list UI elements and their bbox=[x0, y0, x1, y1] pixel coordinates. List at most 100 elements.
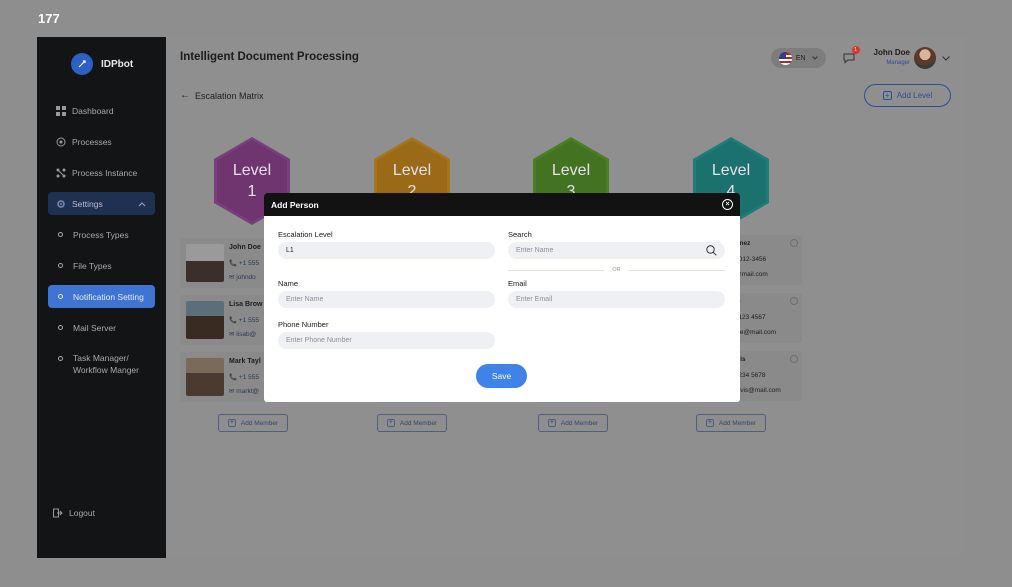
member-name: John Doe bbox=[229, 244, 261, 251]
add-member-button[interactable]: + Add Member bbox=[696, 414, 766, 432]
or-text: OR bbox=[612, 267, 621, 273]
sidebar-item-label: Processes bbox=[72, 136, 112, 147]
add-person-modal: Add Person × Escalation Level L1 Search … bbox=[264, 193, 740, 402]
chevron-up-icon bbox=[138, 199, 146, 209]
name-input[interactable]: Enter Name bbox=[278, 291, 495, 308]
member-email: ✉ johndo bbox=[229, 274, 256, 281]
sidebar-subitem-label: File Types bbox=[73, 260, 112, 271]
email-label: Email bbox=[508, 279, 527, 288]
avatar[interactable] bbox=[914, 47, 936, 69]
member-phone: 📞 +1 555 bbox=[229, 317, 259, 324]
member-phone: 📞 +1 555 bbox=[229, 260, 259, 267]
search-label: Search bbox=[508, 230, 532, 239]
modal-header: Add Person × bbox=[264, 193, 740, 216]
chat-icon bbox=[843, 52, 855, 64]
sidebar-item-label: Process Instance bbox=[72, 167, 138, 178]
add-level-label: Add Level bbox=[896, 91, 933, 100]
modal-title: Add Person bbox=[271, 199, 319, 210]
plus-icon: + bbox=[705, 419, 714, 427]
search-input[interactable]: Enter Name bbox=[508, 242, 725, 259]
language-selector[interactable]: EN bbox=[770, 48, 826, 68]
logout-icon bbox=[53, 508, 63, 518]
arrow-left-icon: ← bbox=[180, 90, 190, 101]
plus-icon: + bbox=[882, 91, 892, 100]
remove-member-icon[interactable] bbox=[790, 297, 798, 305]
escalation-level-label: Escalation Level bbox=[278, 230, 333, 239]
search-placeholder: Enter Name bbox=[516, 247, 554, 254]
save-button[interactable]: Save bbox=[476, 364, 527, 388]
escalation-level-field[interactable]: L1 bbox=[278, 242, 495, 259]
sidebar-item-label: Settings bbox=[72, 198, 103, 209]
plus-icon: + bbox=[386, 419, 395, 427]
dashboard-icon bbox=[56, 105, 66, 116]
sidebar-item-process-instance[interactable]: Process Instance bbox=[48, 161, 155, 184]
breadcrumb: Escalation Matrix bbox=[195, 90, 264, 101]
phone-input[interactable]: Enter Phone Number bbox=[278, 332, 495, 349]
processes-icon bbox=[56, 137, 66, 147]
add-member-label: Add Member bbox=[560, 419, 599, 427]
add-member-label: Add Member bbox=[399, 419, 438, 427]
settings-icon bbox=[56, 199, 66, 209]
label-line-1: Task Manager/ bbox=[73, 353, 129, 363]
sidebar-subitem-label: Process Types bbox=[73, 229, 129, 240]
bullet-icon bbox=[58, 356, 63, 361]
add-member-button[interactable]: + Add Member bbox=[377, 414, 447, 432]
frame-number: 177 bbox=[38, 11, 60, 26]
sidebar-item-processes[interactable]: Processes bbox=[48, 130, 155, 153]
chevron-down-icon bbox=[811, 56, 818, 60]
bullet-icon bbox=[58, 263, 63, 268]
bullet-icon bbox=[58, 232, 63, 237]
chevron-down-icon[interactable] bbox=[942, 55, 950, 61]
member-name: Mark Tayl bbox=[229, 358, 261, 365]
member-phone: 📞 +1 555 bbox=[229, 374, 259, 381]
member-email: ✉ lisab@ bbox=[229, 331, 257, 338]
member-name: Lisa Brow bbox=[229, 301, 263, 308]
sidebar-item-settings[interactable]: Settings bbox=[48, 192, 155, 215]
label-line-2: Workflow Manger bbox=[73, 365, 139, 375]
notification-badge: 1 bbox=[851, 46, 860, 54]
add-member-button[interactable]: + Add Member bbox=[538, 414, 608, 432]
logo-icon bbox=[71, 53, 93, 75]
sidebar-subitem-process-types[interactable]: Process Types bbox=[48, 223, 155, 246]
sidebar: IDPbot Dashboard Processes Process Insta… bbox=[37, 37, 166, 558]
or-divider: OR bbox=[508, 265, 725, 275]
user-role: Manager bbox=[886, 60, 910, 66]
logout-label: Logout bbox=[69, 508, 95, 518]
phone-label: Phone Number bbox=[278, 320, 329, 329]
bullet-icon bbox=[58, 325, 63, 330]
user-name: John Doe bbox=[873, 48, 910, 57]
member-photo bbox=[186, 301, 224, 339]
bullet-icon bbox=[58, 294, 63, 299]
remove-member-icon[interactable] bbox=[790, 239, 798, 247]
app-logo[interactable]: IDPbot bbox=[71, 53, 133, 75]
sidebar-subitem-notification-setting[interactable]: Notification Setting bbox=[48, 285, 155, 308]
sidebar-nav: Dashboard Processes Process Instance Set… bbox=[48, 99, 155, 389]
user-info[interactable]: John Doe Manager bbox=[874, 48, 910, 68]
add-member-label: Add Member bbox=[240, 419, 279, 427]
member-photo bbox=[186, 244, 224, 282]
page-title: Intelligent Document Processing bbox=[180, 51, 359, 63]
process-instance-icon bbox=[56, 168, 66, 178]
member-photo bbox=[186, 358, 224, 396]
close-icon[interactable]: × bbox=[722, 199, 733, 210]
member-email: ✉ markt@ bbox=[229, 388, 260, 395]
sidebar-item-dashboard[interactable]: Dashboard bbox=[48, 99, 155, 122]
sidebar-item-label: Dashboard bbox=[72, 105, 114, 116]
sidebar-subitem-label: Task Manager/ Workflow Manger bbox=[73, 352, 139, 376]
sidebar-subitem-file-types[interactable]: File Types bbox=[48, 254, 155, 277]
email-input[interactable]: Enter Email bbox=[508, 291, 725, 308]
plus-icon: + bbox=[547, 419, 556, 427]
add-member-button[interactable]: + Add Member bbox=[218, 414, 288, 432]
us-flag-icon bbox=[778, 51, 792, 65]
member-email: davis@mail.com bbox=[733, 387, 781, 394]
notifications-button[interactable]: 1 bbox=[840, 46, 860, 67]
sidebar-subitem-task-manager[interactable]: Task Manager/ Workflow Manger bbox=[48, 347, 155, 381]
logout-button[interactable]: Logout bbox=[53, 508, 95, 518]
sidebar-subitem-mail-server[interactable]: Mail Server bbox=[48, 316, 155, 339]
back-link[interactable]: ← Escalation Matrix bbox=[180, 90, 264, 101]
search-icon[interactable] bbox=[706, 245, 717, 258]
add-level-button[interactable]: + Add Level bbox=[864, 84, 951, 107]
sidebar-subitem-label: Notification Setting bbox=[73, 291, 144, 302]
remove-member-icon[interactable] bbox=[790, 355, 798, 363]
sidebar-subitem-label: Mail Server bbox=[73, 322, 116, 333]
